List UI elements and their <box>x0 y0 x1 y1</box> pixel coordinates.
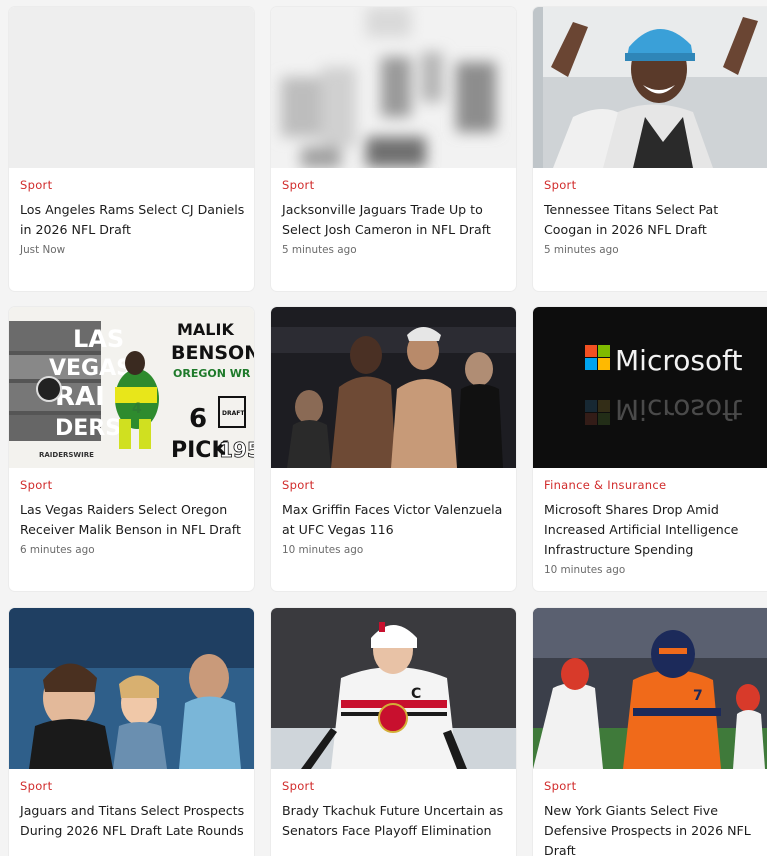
graphic-text: LAS <box>73 325 124 353</box>
article-category[interactable]: Sport <box>20 779 246 795</box>
article-category[interactable]: Sport <box>282 178 508 194</box>
article-card[interactable]: LAS VEGAS RAI DERS RAIDERSWIRE 4 MALIK B… <box>9 307 254 591</box>
graphic-text: 195 <box>219 438 254 462</box>
graphic-text: OREGON WR <box>173 367 251 380</box>
article-image[interactable] <box>9 7 254 168</box>
article-timestamp: 10 minutes ago <box>544 564 626 576</box>
graphic-text: Microsoft <box>615 344 742 377</box>
article-category[interactable]: Sport <box>282 478 508 494</box>
article-card[interactable]: Sport Jaguars and Titans Select Prospect… <box>9 608 254 856</box>
article-headline[interactable]: Jaguars and Titans Select Prospects Duri… <box>20 801 246 841</box>
graphic-text: Microsoft <box>615 393 742 426</box>
article-headline[interactable]: Las Vegas Raiders Select Oregon Receiver… <box>20 500 246 540</box>
article-headline[interactable]: Los Angeles Rams Select CJ Daniels in 20… <box>20 200 246 240</box>
article-image[interactable]: Microsoft Microsoft <box>533 307 767 468</box>
article-category[interactable]: Sport <box>282 779 508 795</box>
article-card[interactable]: 7 Sport New York Giants Select Five Defe… <box>533 608 767 856</box>
article-headline[interactable]: Microsoft Shares Drop Amid Increased Art… <box>544 500 767 560</box>
article-category[interactable]: Sport <box>544 779 767 795</box>
article-image[interactable] <box>271 7 516 168</box>
article-card[interactable]: Sport Los Angeles Rams Select CJ Daniels… <box>9 7 254 291</box>
graphic-text: RAI <box>55 382 105 412</box>
article-image[interactable]: C <box>271 608 516 769</box>
svg-text:4: 4 <box>132 401 142 417</box>
graphic-text: C <box>411 686 421 702</box>
graphic-text: DERS <box>55 416 121 441</box>
article-headline[interactable]: New York Giants Select Five Defensive Pr… <box>544 801 767 856</box>
graphic-text: MALIK <box>177 320 234 339</box>
article-card[interactable]: Sport Tennessee Titans Select Pat Coogan… <box>533 7 767 291</box>
senators-logo-icon <box>378 703 408 733</box>
graphic-text: DRAFT <box>222 410 245 417</box>
graphic-text: VEGAS <box>49 356 132 381</box>
article-timestamp: 5 minutes ago <box>282 244 357 256</box>
article-timestamp: 6 minutes ago <box>20 544 95 556</box>
article-card[interactable]: Sport Max Griffin Faces Victor Valenzuel… <box>271 307 516 591</box>
article-timestamp: 10 minutes ago <box>282 544 364 556</box>
article-category[interactable]: Sport <box>20 478 246 494</box>
article-image[interactable] <box>533 7 767 168</box>
article-image[interactable] <box>271 307 516 468</box>
graphic-text: 6 <box>189 404 207 434</box>
article-headline[interactable]: Max Griffin Faces Victor Valenzuela at U… <box>282 500 508 540</box>
graphic-text: RAIDERSWIRE <box>39 451 94 459</box>
article-category[interactable]: Sport <box>544 178 767 194</box>
article-category[interactable]: Sport <box>20 178 246 194</box>
article-card[interactable]: C Sport Brady Tkachuk Future Uncertain a… <box>271 608 516 856</box>
article-headline[interactable]: Jacksonville Jaguars Trade Up to Select … <box>282 200 508 240</box>
article-card[interactable]: Sport Jacksonville Jaguars Trade Up to S… <box>271 7 516 291</box>
article-card[interactable]: Microsoft Microsoft Finance & Insurance … <box>533 307 767 591</box>
article-timestamp: Just Now <box>20 244 66 256</box>
graphic-text: BENSON <box>171 342 254 364</box>
article-headline[interactable]: Tennessee Titans Select Pat Coogan in 20… <box>544 200 767 240</box>
article-category[interactable]: Finance & Insurance <box>544 478 767 494</box>
article-image[interactable]: 7 <box>533 608 767 769</box>
article-image[interactable]: LAS VEGAS RAI DERS RAIDERSWIRE 4 MALIK B… <box>9 307 254 468</box>
svg-text:7: 7 <box>693 688 703 704</box>
article-timestamp: 5 minutes ago <box>544 244 619 256</box>
article-headline[interactable]: Brady Tkachuk Future Uncertain as Senato… <box>282 801 508 841</box>
article-image[interactable] <box>9 608 254 769</box>
raiders-logo-icon <box>36 376 62 402</box>
